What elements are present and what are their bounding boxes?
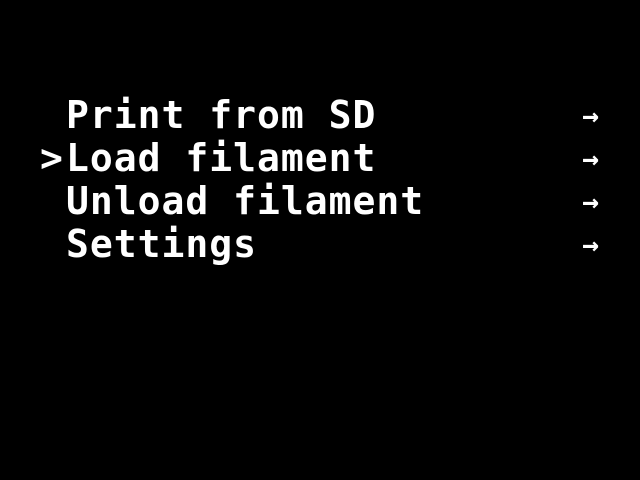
arrow-right-icon: → <box>582 228 600 261</box>
menu-item-label: Print from SD <box>66 93 377 137</box>
menu-item-print-from-sd[interactable]: Print from SD → <box>40 94 620 137</box>
menu-item-load-filament[interactable]: > Load filament → <box>40 137 620 180</box>
selection-cursor-icon: > <box>40 136 64 180</box>
menu-item-unload-filament[interactable]: Unload filament → <box>40 180 620 223</box>
arrow-right-icon: → <box>582 142 600 175</box>
menu-item-label: Settings <box>66 222 258 266</box>
menu-item-label: Load filament <box>66 136 377 180</box>
lcd-screen: Print from SD → > Load filament → Unload… <box>0 0 640 480</box>
menu-item-settings[interactable]: Settings → <box>40 223 620 266</box>
arrow-right-icon: → <box>582 185 600 218</box>
main-menu: Print from SD → > Load filament → Unload… <box>40 94 620 266</box>
arrow-right-icon: → <box>582 99 600 132</box>
menu-item-label: Unload filament <box>66 179 425 223</box>
